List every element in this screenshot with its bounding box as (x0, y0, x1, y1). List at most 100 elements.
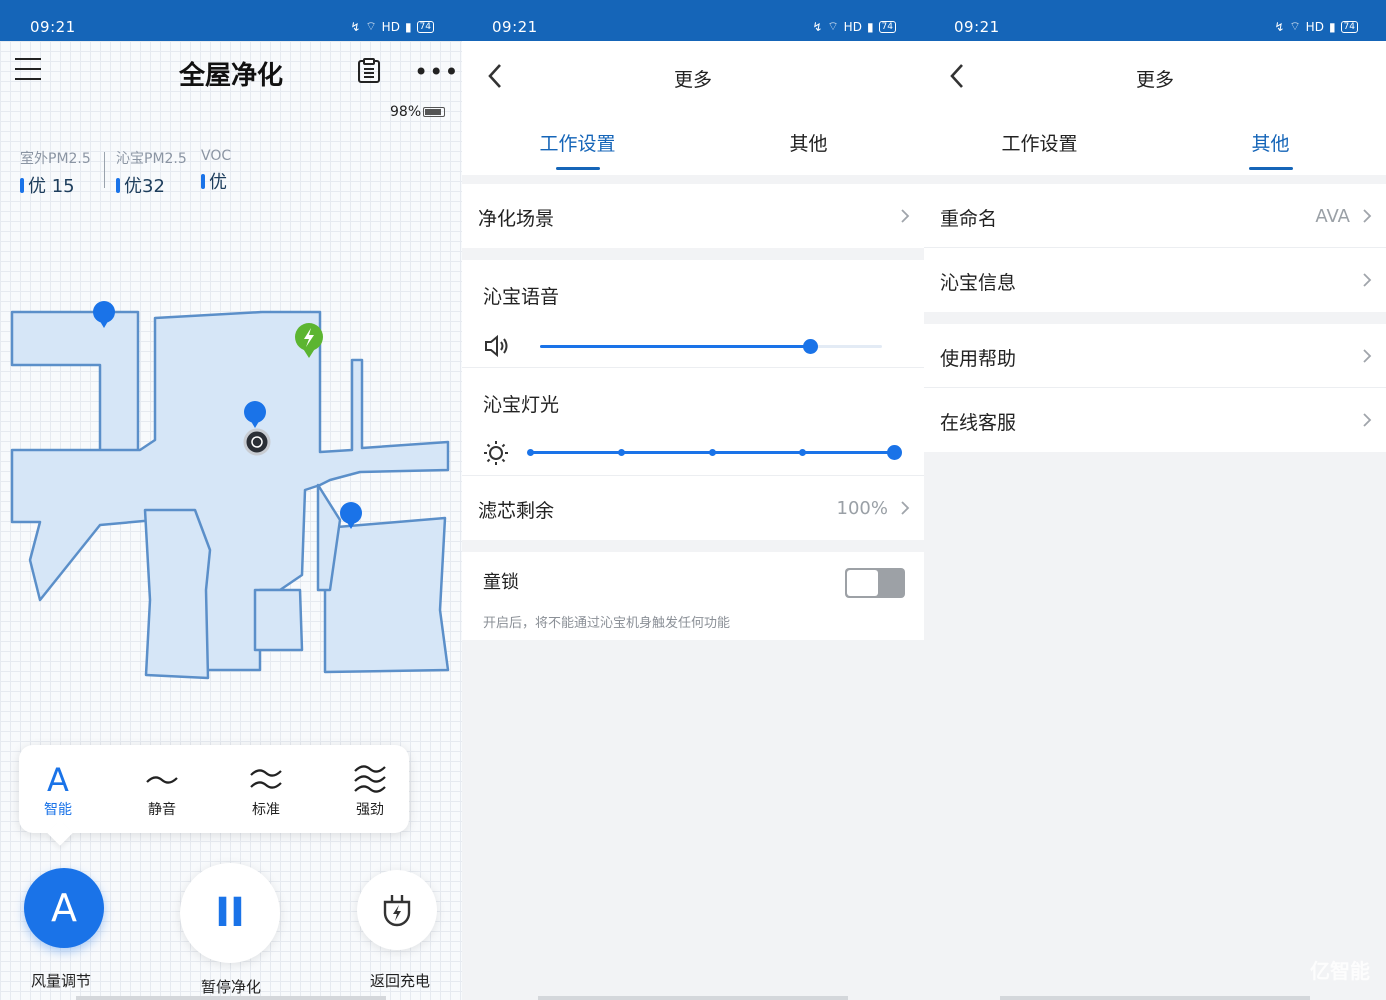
map-room-topleft (10, 310, 140, 457)
robot-position-icon (243, 428, 271, 456)
clipboard-icon[interactable] (356, 58, 382, 84)
map-room-bottom-left (143, 508, 212, 680)
child-lock-label: 童锁 (483, 572, 519, 593)
voc-label: VOC (201, 148, 232, 164)
light-step-dot[interactable] (799, 449, 806, 456)
help-row[interactable]: 使用帮助 (924, 324, 1386, 388)
chevron-right-icon (901, 501, 910, 515)
voice-row: 沁宝语音 (462, 260, 924, 324)
battery-icon: 74 (878, 20, 896, 33)
status-time: 09:21 (492, 18, 538, 36)
tab-other[interactable]: 其他 (693, 129, 924, 156)
map-room-bottom-mid (253, 588, 304, 652)
device-pm25-label: 沁宝PM2.5 (116, 151, 187, 167)
mode-label: 强劲 (356, 802, 384, 818)
filter-value: 100% (836, 498, 888, 519)
device-pm25-value-row: 优32 (116, 172, 187, 198)
outdoor-pm25-label: 室外PM2.5 (20, 151, 91, 167)
mode-standard[interactable]: 标准 (236, 763, 296, 819)
mode-label: 标准 (252, 802, 280, 818)
outdoor-pm25-value: 优 15 (28, 176, 75, 197)
home-screen: 09:21 ↯ ⌔ HD ▮ 74 全屋净化 ••• 98% 室外PM2.5 优… (0, 0, 462, 1000)
level-bar-icon (20, 177, 24, 193)
light-step-dot[interactable] (618, 449, 625, 456)
device-battery-value: 98% (390, 104, 422, 120)
online-service-row[interactable]: 在线客服 (924, 388, 1386, 452)
home-indicator (538, 996, 848, 1000)
status-icons: ↯ ⌔ HD ▮ 74 (812, 19, 896, 34)
pause-button[interactable]: II (180, 863, 280, 963)
more-options-icon[interactable]: ••• (414, 58, 459, 86)
toggle-thumb (847, 570, 878, 596)
device-info-card: 重命名 AVA 沁宝信息 (924, 184, 1386, 312)
map-room-bottom-right (323, 516, 450, 674)
light-slider-knob[interactable] (887, 445, 902, 460)
tab-work-settings[interactable]: 工作设置 (924, 129, 1155, 156)
pause-label: 暂停净化 (200, 978, 261, 996)
row-label: 净化场景 (478, 208, 555, 230)
purify-scene-row[interactable]: 净化场景 (462, 184, 924, 248)
tab-label: 工作设置 (539, 133, 616, 155)
child-lock-hint: 开启后，将不能通过沁宝机身触发任何功能 (483, 616, 731, 631)
fan-speed-label: 风量调节 (30, 972, 91, 990)
network-label: HD (1305, 19, 1324, 34)
return-charge-button[interactable] (357, 870, 437, 950)
device-pm25-value: 优32 (124, 176, 165, 197)
app-bar: 更多 工作设置 其他 (924, 41, 1386, 175)
floor-map[interactable] (0, 290, 462, 690)
rename-row[interactable]: 重命名 AVA (924, 184, 1386, 248)
light-step-dot[interactable] (709, 449, 716, 456)
online-service-label: 在线客服 (940, 412, 1017, 434)
mode-strong[interactable]: 强劲 (340, 763, 400, 819)
page-title: 更多 (673, 69, 712, 91)
home-indicator (1000, 996, 1310, 1000)
wave-1-icon (132, 763, 192, 797)
voice-slider-knob[interactable] (803, 339, 819, 354)
rename-label: 重命名 (940, 208, 998, 230)
device-info-label: 沁宝信息 (940, 272, 1017, 294)
child-lock-toggle[interactable] (845, 568, 905, 598)
tab-underline (555, 167, 600, 170)
chevron-right-icon (1363, 209, 1372, 223)
chevron-right-icon (901, 209, 910, 223)
battery-level-icon (423, 107, 446, 117)
signal-icon: ▮ (866, 19, 874, 34)
mode-smart[interactable]: A 智能 (28, 761, 88, 819)
divider (104, 152, 105, 188)
voice-label: 沁宝语音 (483, 286, 560, 308)
tab-label: 其他 (1251, 133, 1290, 155)
light-step-dot[interactable] (527, 449, 534, 456)
status-time: 09:21 (30, 18, 76, 36)
battery-icon: 74 (416, 20, 434, 33)
level-bar-icon (201, 173, 205, 189)
signal-icon: ▮ (1328, 19, 1336, 34)
scene-card: 净化场景 (462, 184, 924, 248)
device-info-row[interactable]: 沁宝信息 (924, 248, 1386, 312)
voc: VOC 优 (201, 148, 231, 194)
mode-quiet[interactable]: 静音 (132, 763, 192, 819)
device-pm25: 沁宝PM2.5 优32 (116, 148, 187, 198)
page-title: 全屋净化 (178, 61, 283, 91)
wifi-icon: ⌔ (827, 19, 839, 33)
tab-label: 工作设置 (1001, 133, 1078, 155)
status-bar: 09:21 ↯ ⌔ HD ▮ 74 (0, 0, 462, 41)
filter-remaining-row[interactable]: 滤芯剩余 100% (462, 476, 924, 540)
light-row: 沁宝灯光 (462, 368, 924, 432)
network-label: HD (843, 19, 862, 34)
vibrate-icon: ↯ (1274, 19, 1285, 34)
home-indicator (76, 996, 386, 1000)
tab-work-settings[interactable]: 工作设置 (462, 129, 693, 170)
signal-icon: ▮ (404, 19, 412, 34)
tab-label: 其他 (789, 133, 828, 155)
tab-other[interactable]: 其他 (1155, 129, 1386, 170)
wave-2-icon (236, 763, 296, 797)
network-label: HD (381, 19, 400, 34)
help-label: 使用帮助 (940, 348, 1017, 370)
rename-value: AVA (1315, 206, 1350, 227)
more-work-settings-screen: 09:21 ↯ ⌔ HD ▮ 74 更多 工作设置 其他 净化场景 沁宝语音 沁… (462, 0, 924, 1000)
sun-icon (484, 441, 508, 465)
more-other-screen: 09:21 ↯ ⌔ HD ▮ 74 更多 工作设置 其他 重命名 AVA 沁宝信… (924, 0, 1386, 1000)
fan-speed-button[interactable]: A (24, 868, 104, 948)
status-icons: ↯ ⌔ HD ▮ 74 (350, 19, 434, 34)
plug-icon (383, 895, 411, 927)
